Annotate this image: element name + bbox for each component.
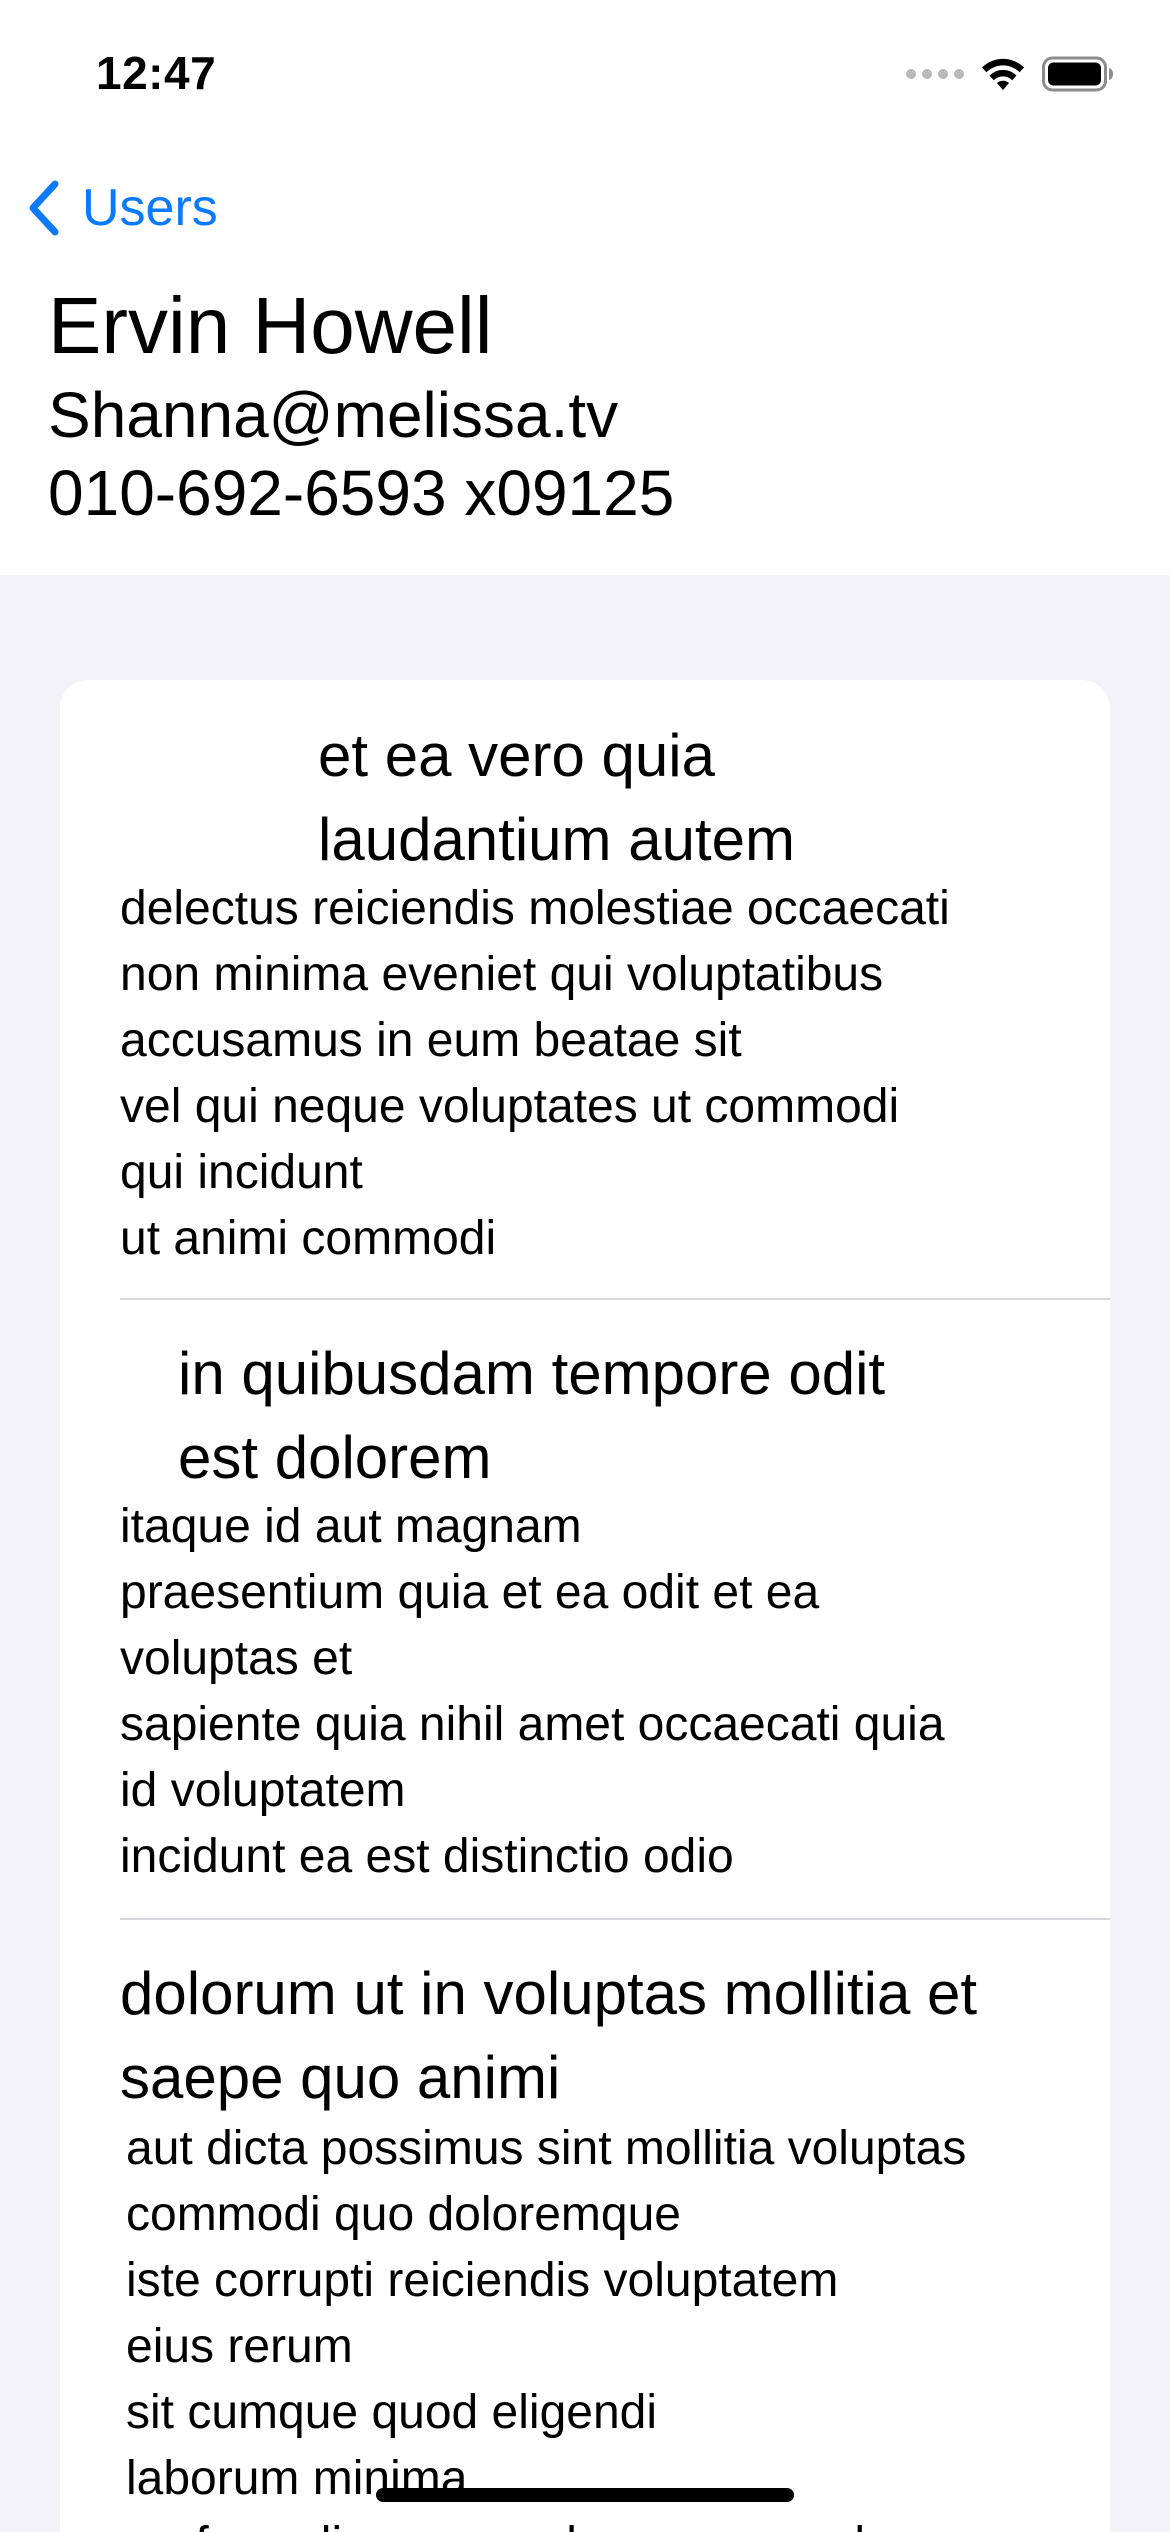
status-bar: 12:47 <box>0 0 1170 150</box>
user-email: Shanna@melissa.tv <box>48 379 619 451</box>
post-title: dolorum ut in voluptas mollitia et saepe… <box>120 1960 978 2111</box>
chevron-left-icon <box>29 180 59 236</box>
home-indicator[interactable] <box>376 2488 794 2502</box>
signal-dots-icon <box>906 69 964 79</box>
post-body: aut dicta possimus sint mollitia volupta… <box>126 2122 967 2532</box>
post-title: in quibusdam tempore odit est dolorem <box>178 1340 886 1491</box>
wifi-icon <box>982 58 1024 90</box>
post-title: et ea vero quia laudantium autem <box>318 722 795 873</box>
user-detail-screen: 12:47 Users Ervin Howell Shanna@melissa.… <box>0 0 1170 2532</box>
posts-list: et ea vero quia laudantium autem delectu… <box>60 680 1110 2532</box>
status-time: 12:47 <box>96 47 217 99</box>
battery-icon <box>1042 56 1113 92</box>
user-header: 12:47 Users Ervin Howell Shanna@melissa.… <box>0 0 1170 575</box>
back-button[interactable]: Users <box>26 176 218 240</box>
divider <box>120 1918 1110 1920</box>
user-phone: 010-692-6593 x09125 <box>48 457 675 529</box>
status-icons <box>906 52 1114 96</box>
post-body: delectus reiciendis molestiae occaecati … <box>120 882 950 1265</box>
back-button-label: Users <box>82 179 218 237</box>
divider <box>120 1298 1110 1300</box>
post-body: itaque id aut magnam praesentium quia et… <box>120 1500 945 1883</box>
user-name: Ervin Howell <box>48 281 493 370</box>
